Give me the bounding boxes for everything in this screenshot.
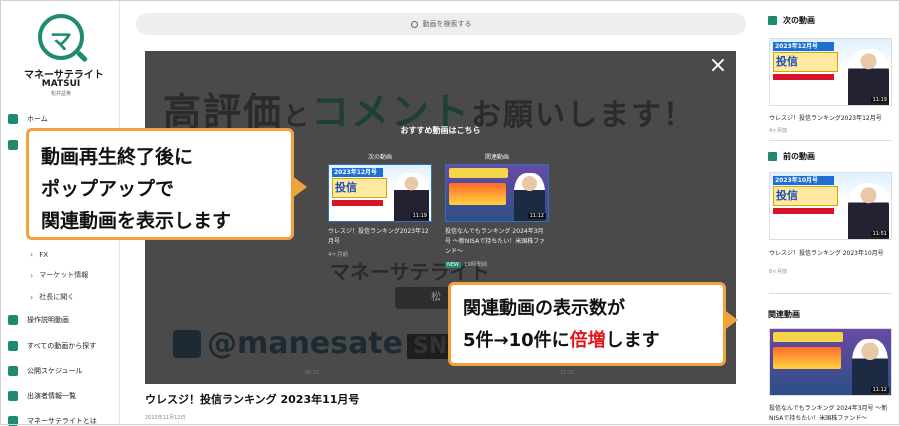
frame-border — [0, 0, 900, 425]
